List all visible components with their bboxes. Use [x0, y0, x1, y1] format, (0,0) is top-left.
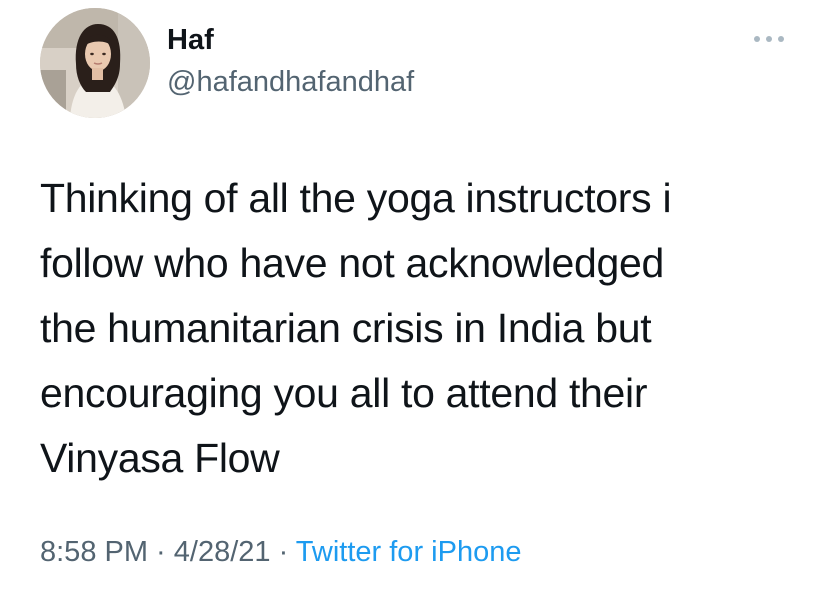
tweet-text-line: follow who have not acknowledged — [40, 240, 665, 286]
more-horizontal-icon[interactable] — [752, 32, 786, 46]
tweet-time[interactable]: 8:58 PM — [40, 536, 148, 568]
meta-separator: · — [270, 536, 296, 568]
tweet-text-line: Vinyasa Flow — [40, 435, 280, 481]
profile-photo-icon — [40, 8, 150, 118]
tweet-text-line: the humanitarian crisis in India but — [40, 305, 652, 351]
tweet-text-line: encouraging you all to attend their — [40, 370, 648, 416]
user-handle[interactable]: @hafandhafandhaf — [167, 64, 414, 100]
tweet-source-link[interactable]: Twitter for iPhone — [296, 536, 522, 568]
tweet-text: Thinking of all the yoga instructors i f… — [40, 166, 780, 491]
tweet-card: Haf @hafandhafandhaf Thinking of all the… — [0, 0, 824, 599]
tweet-date[interactable]: 4/28/21 — [174, 536, 271, 568]
avatar[interactable] — [40, 8, 150, 118]
display-name[interactable]: Haf — [167, 22, 214, 58]
tweet-meta: 8:58 PM · 4/28/21 · Twitter for iPhone — [40, 532, 521, 572]
meta-separator: · — [148, 536, 174, 568]
tweet-text-line: Thinking of all the yoga instructors i — [40, 175, 672, 221]
